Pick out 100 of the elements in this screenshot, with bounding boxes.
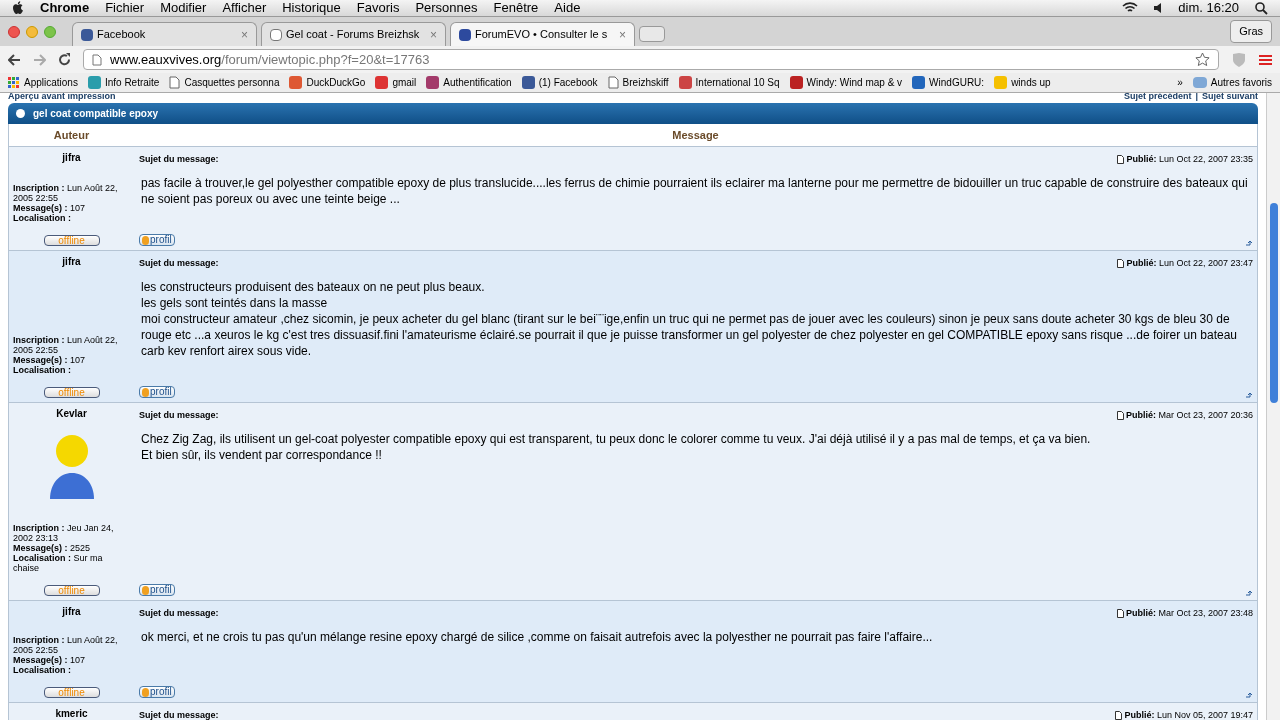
print-preview-link[interactable]: Aperçu avant impression <box>8 93 116 102</box>
profile-button[interactable]: profil <box>139 686 175 698</box>
site-icon <box>289 76 303 89</box>
next-topic-link[interactable]: Sujet suivant <box>1202 93 1258 102</box>
menu-item[interactable]: Aide <box>554 0 581 18</box>
scrollbar[interactable] <box>1266 93 1280 720</box>
bookmark[interactable]: (1) Facebook <box>521 75 598 90</box>
join-date: Inscription : Lun Août 22, 2005 22:55 <box>13 635 119 655</box>
post-icon[interactable] <box>1117 155 1125 165</box>
post-count: Message(s) : 2525 <box>13 543 92 553</box>
post-icon[interactable] <box>1116 609 1124 619</box>
menu-item[interactable]: Favoris <box>356 0 400 18</box>
profile-button[interactable]: profil <box>139 386 175 398</box>
wifi-icon[interactable] <box>1122 2 1139 14</box>
bookmark[interactable]: Info Retraite <box>87 75 160 90</box>
bookmark[interactable]: International 10 Sq <box>678 75 780 90</box>
address-bar[interactable]: www.eauxvives.org/forum/viewtopic.php?f=20&t=17763 <box>83 49 1219 70</box>
tab-title: Gel coat - Forums Breizhsk <box>286 27 421 43</box>
bookmark[interactable]: Windy: Wind map & v <box>789 75 903 90</box>
bookmark[interactable]: Casquettes personna <box>169 75 280 90</box>
close-window-icon[interactable] <box>8 25 20 38</box>
app-menu[interactable]: Chrome <box>40 0 90 18</box>
bookmark[interactable]: winds up <box>994 75 1051 90</box>
post-icon[interactable] <box>1117 259 1125 269</box>
bookmark[interactable]: Breizhskiff <box>607 75 669 90</box>
tab-close-button[interactable]: × <box>241 25 248 44</box>
previous-topic-link[interactable]: Sujet précédent <box>1123 93 1192 102</box>
profile-button[interactable]: profil <box>139 584 175 596</box>
bookmark[interactable]: Applications <box>8 75 78 90</box>
post-count: Message(s) : 107 <box>13 655 87 665</box>
post-date: Publié: Lun Oct 22, 2007 23:35 <box>1126 153 1253 166</box>
post-icon[interactable] <box>1115 711 1123 720</box>
message-text: les gels sont teintés dans la masse <box>141 294 329 311</box>
menu-item[interactable]: Afficher <box>222 0 267 18</box>
profile-button[interactable]: Gras <box>1230 20 1272 43</box>
post-date: Publié: Lun Oct 22, 2007 23:47 <box>1126 257 1253 270</box>
profile-button[interactable]: profil <box>139 234 175 246</box>
folder-icon <box>1192 77 1207 88</box>
author-name[interactable]: jifra <box>13 153 130 163</box>
message-text: pas facile à trouver,le gel polyesther compatible epoxy de plus translucide....les ferrus de chimie pourraient ils eclairer ma lanterne pour me permettre de bidouiller un truc capable de construire des bateaux qui ne soient pas poreux ou avec une teinte beige ... <box>141 174 1249 207</box>
post-date: Publié: Lun Nov 05, 2007 19:47 <box>1124 709 1253 720</box>
bookmark[interactable]: DuckDuckGo <box>289 75 366 90</box>
tab-close-button[interactable]: × <box>430 25 437 44</box>
author-name[interactable]: jifra <box>13 607 130 617</box>
menu-icon[interactable] <box>1259 53 1272 66</box>
search-icon[interactable] <box>1255 1 1268 15</box>
subject-label: Sujet du message: <box>139 709 219 720</box>
other-bookmarks-folder[interactable]: Autres favoris <box>1192 75 1272 90</box>
site-icon <box>87 76 101 89</box>
reload-icon[interactable] <box>58 53 71 66</box>
topic-title: gel coat compatible epoxy <box>33 107 159 121</box>
bookmark[interactable]: gmail <box>375 75 417 90</box>
tab-favicon <box>270 28 282 41</box>
user-icon <box>142 585 149 595</box>
topic-bullet-icon <box>16 109 25 118</box>
post-icon[interactable] <box>1116 411 1124 421</box>
scrollbar-thumb[interactable] <box>1270 203 1278 403</box>
menu-item[interactable]: Personnes <box>415 0 478 18</box>
author-name[interactable]: Kevlar <box>13 409 130 419</box>
url-text: www.eauxvives.org/forum/viewtopic.php?f=20&t=17763 <box>110 50 431 69</box>
column-header: Message <box>671 127 720 143</box>
tab-favicon <box>459 28 471 41</box>
author-name[interactable]: kmeric <box>13 709 130 719</box>
apple-icon[interactable] <box>12 1 24 15</box>
back-to-top-icon[interactable] <box>1246 590 1253 596</box>
speaker-icon[interactable] <box>1154 3 1163 13</box>
browser-tab[interactable]: Gel coat - Forums Breizhsk × <box>261 22 446 46</box>
subject-label: Sujet du message: <box>139 607 219 620</box>
author-name[interactable]: jifra <box>13 257 130 267</box>
site-icon <box>375 76 389 89</box>
menu-item[interactable]: Fichier <box>105 0 145 18</box>
back-to-top-icon[interactable] <box>1246 392 1253 398</box>
back-to-top-icon[interactable] <box>1246 240 1253 246</box>
page-icon <box>169 76 181 89</box>
site-icon <box>912 76 926 89</box>
back-icon[interactable] <box>8 53 21 66</box>
tab-close-button[interactable]: × <box>619 25 626 44</box>
page-icon <box>607 76 619 89</box>
star-icon[interactable] <box>1195 52 1210 67</box>
message-text: Et bien sûr, ils vendent par correspondance !! <box>141 446 383 463</box>
link-separator: | <box>1195 93 1198 102</box>
menu-item[interactable]: Fenêtre <box>493 0 539 18</box>
post-count: Message(s) : 107 <box>13 355 87 365</box>
tab-title: Facebook <box>97 27 147 43</box>
join-date: Inscription : Lun Août 22, 2005 22:55 <box>13 183 119 203</box>
more-bookmarks-button[interactable]: » <box>1177 75 1183 90</box>
menu-item[interactable]: Modifier <box>160 0 207 18</box>
page-icon <box>92 53 102 66</box>
browser-tab[interactable]: ForumEVO • Consulter le s × <box>450 22 635 46</box>
back-to-top-icon[interactable] <box>1246 692 1253 698</box>
site-icon <box>994 76 1008 89</box>
bookmark[interactable]: WindGURU: <box>912 75 985 90</box>
browser-tab[interactable]: Facebook × <box>72 22 257 46</box>
menu-item[interactable]: Historique <box>282 0 341 18</box>
bookmark[interactable]: Authentification <box>426 75 512 90</box>
tab-favicon <box>81 28 93 41</box>
menubar-clock[interactable]: dim. 16:20 <box>1178 0 1239 18</box>
user-icon <box>142 235 149 245</box>
user-icon <box>142 687 149 697</box>
message-text: ok merci, et ne crois tu pas qu'un mélange resine epoxy chargé de silice ,comme on faisait autrefois avec la polyesther ne pourrait pas faire l'affaire... <box>141 628 934 645</box>
